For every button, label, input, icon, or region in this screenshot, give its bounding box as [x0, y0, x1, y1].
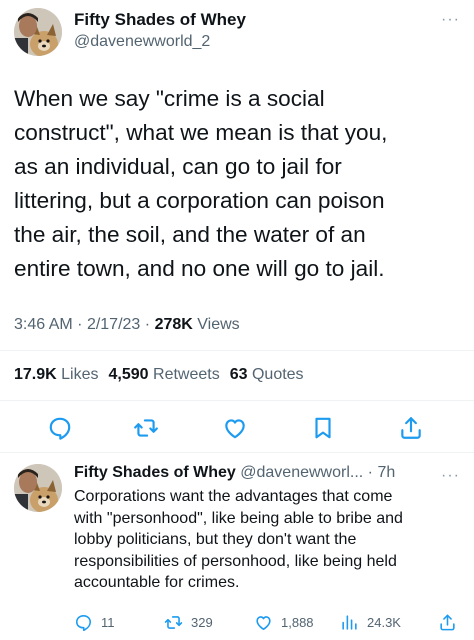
- likes-label: Likes: [61, 366, 99, 383]
- retweets-label: Retweets: [153, 366, 220, 383]
- retweet-icon: [134, 419, 158, 437]
- reply-like-button[interactable]: 1,888: [254, 613, 314, 632]
- views-count: 278K: [154, 316, 193, 333]
- likes-count: 17.9K: [14, 366, 57, 383]
- tweet-meta: 3:46 AM · 2/17/23 · 278K Views: [14, 316, 240, 334]
- reply-views-button[interactable]: 24.3K: [340, 613, 401, 632]
- share-icon: [401, 417, 421, 439]
- like-button[interactable]: [221, 414, 249, 442]
- bookmark-button[interactable]: [309, 414, 337, 442]
- like-icon: [256, 616, 271, 631]
- quotes-label: Quotes: [251, 366, 304, 383]
- divider: [0, 452, 474, 453]
- divider: [0, 400, 474, 401]
- avatar-photo: [14, 8, 62, 56]
- share-button[interactable]: [397, 414, 425, 442]
- avatar[interactable]: [14, 8, 62, 56]
- views-label: Views: [197, 316, 240, 333]
- reply-text: Corporations want the advantages that co…: [74, 488, 403, 591]
- tweet-date[interactable]: 2/17/23: [87, 316, 140, 333]
- meta-separator: ·: [144, 316, 151, 333]
- bookmark-icon: [315, 417, 331, 439]
- retweet-button[interactable]: [132, 414, 160, 442]
- reply-icon: [49, 417, 71, 440]
- quotes-stat[interactable]: 63 Quotes: [230, 366, 304, 383]
- reply-reply-button[interactable]: 11: [74, 613, 115, 632]
- reply-retweet-button[interactable]: 329: [164, 613, 213, 632]
- likes-stat[interactable]: 17.9K Likes: [14, 366, 99, 383]
- retweet-count: 329: [191, 615, 213, 630]
- retweets-stat[interactable]: 4,590 Retweets: [109, 366, 220, 383]
- reply-separator: ·: [367, 464, 373, 481]
- engagement-stats: 17.9K Likes 4,590 Retweets 63 Quotes: [14, 366, 304, 384]
- retweets-count: 4,590: [108, 366, 149, 383]
- share-icon: [440, 614, 455, 631]
- tweet-time[interactable]: 3:46 AM: [14, 316, 73, 333]
- views-icon: [342, 615, 357, 630]
- divider: [0, 350, 474, 351]
- tweet-actions: [0, 406, 474, 450]
- reply-icon: [75, 614, 92, 632]
- reply-age[interactable]: 7h: [377, 464, 395, 481]
- more-options-icon[interactable]: ···: [441, 468, 460, 484]
- reply-actions: 11 329 1,888 24.3K: [0, 610, 474, 638]
- avatar-photo: [14, 464, 62, 512]
- reply-header: Fifty Shades of Whey @davenewworl... · 7…: [74, 464, 444, 482]
- view-count: 24.3K: [367, 615, 401, 630]
- reply-share-button[interactable]: [438, 613, 465, 632]
- like-count: 1,888: [281, 615, 314, 630]
- quotes-count: 63: [229, 366, 248, 383]
- reply-count: 11: [101, 615, 115, 630]
- reply-handle[interactable]: @davenewworl...: [240, 464, 363, 481]
- retweet-icon: [164, 616, 183, 629]
- like-icon: [225, 419, 245, 439]
- tweet-page: Fifty Shades of Whey @davenewworld_2 ···…: [0, 0, 474, 640]
- more-options-icon[interactable]: ···: [441, 12, 460, 28]
- meta-separator: ·: [77, 316, 83, 333]
- reply-button[interactable]: [46, 414, 74, 442]
- display-name[interactable]: Fifty Shades of Whey: [74, 10, 246, 30]
- reply-display-name[interactable]: Fifty Shades of Whey: [74, 464, 236, 481]
- tweet-text: When we say "crime is a social construct…: [14, 86, 388, 281]
- reply-avatar[interactable]: [14, 464, 62, 512]
- user-handle[interactable]: @davenewworld_2: [74, 33, 210, 51]
